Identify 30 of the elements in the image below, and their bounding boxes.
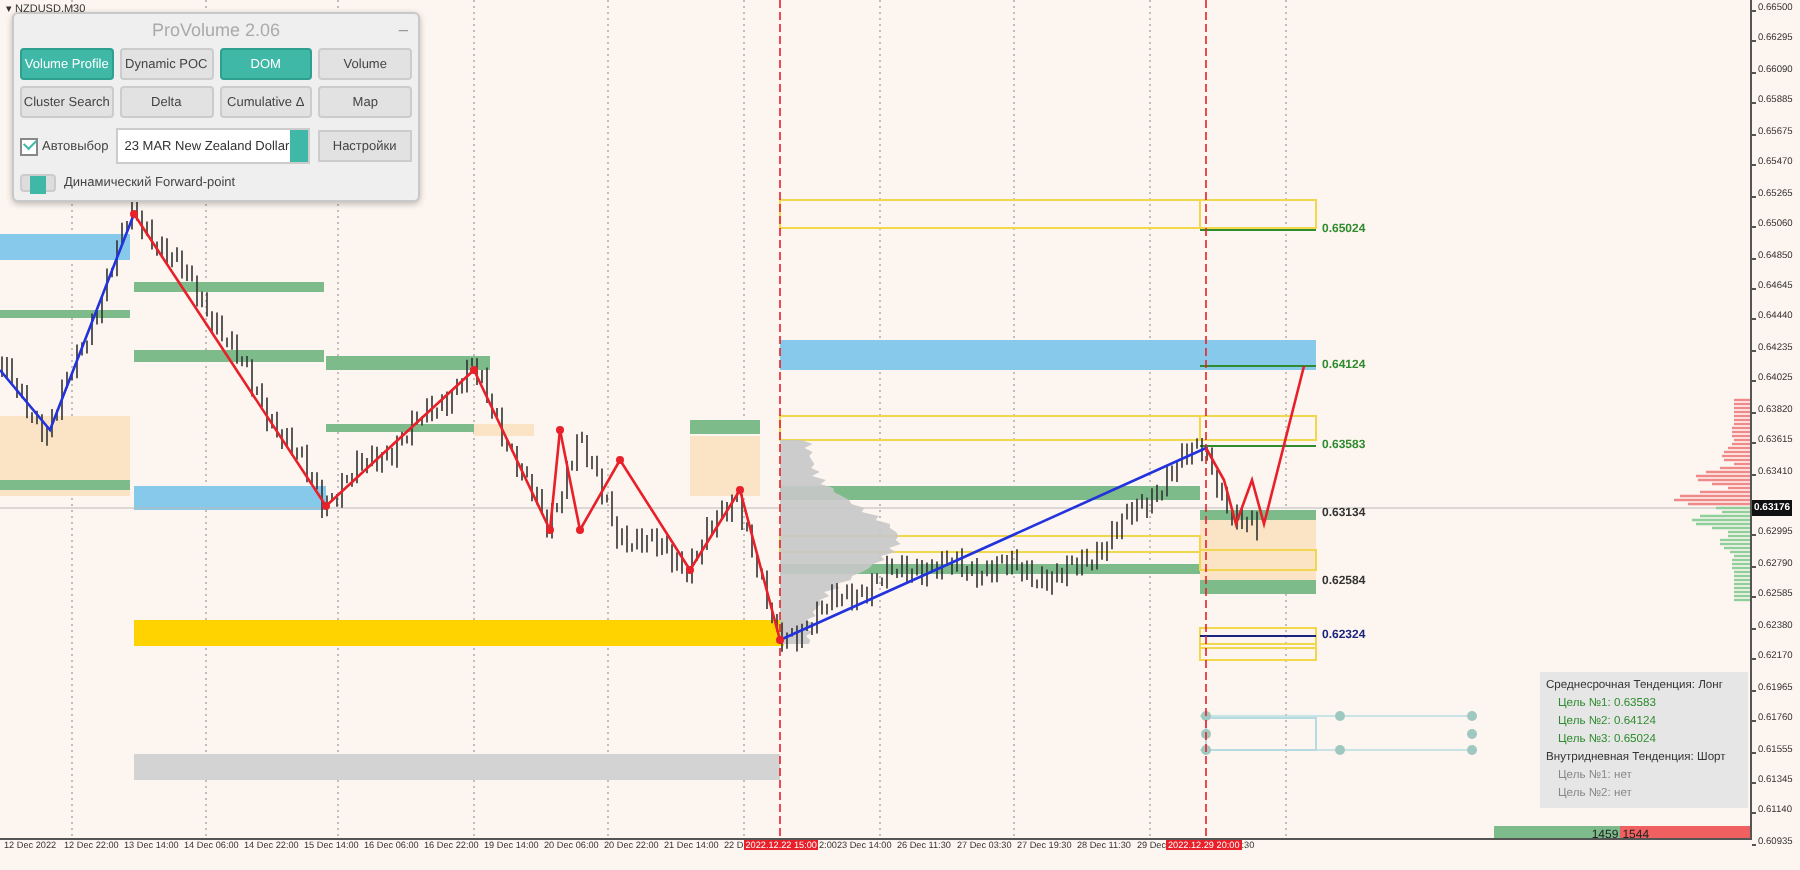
handle-point: [1201, 745, 1211, 755]
zone-band: [474, 424, 534, 436]
level-line: [1199, 635, 1317, 637]
handle-point: [1201, 729, 1211, 739]
pivot-point: [576, 526, 584, 534]
panel-title: ProVolume 2.06: [151, 19, 281, 39]
zone-band: [0, 310, 130, 318]
handle-point: [1467, 711, 1477, 721]
pivot-point: [686, 566, 694, 574]
pivot-point: [322, 502, 330, 510]
pivot-point: [130, 210, 138, 218]
level-line: [1199, 445, 1317, 447]
handle-point: [1467, 729, 1477, 739]
zone-outline: [1199, 643, 1317, 661]
level-line: [1199, 229, 1317, 231]
pivot-point: [546, 526, 554, 534]
pivot-point: [470, 366, 478, 374]
handle-point: [1201, 711, 1211, 721]
pivot-point: [776, 636, 784, 644]
toggle-switch[interactable]: [20, 174, 56, 192]
pivot-point: [616, 456, 624, 464]
pivot-point: [556, 426, 564, 434]
zone-outline: [1205, 717, 1317, 751]
handle-point: [1335, 711, 1345, 721]
handle-point: [1467, 745, 1477, 755]
zone-outline: [1199, 627, 1317, 649]
handle-point: [1335, 745, 1345, 755]
zone-band: [0, 234, 130, 260]
pivot-point: [736, 486, 744, 494]
level-line: [1199, 365, 1317, 367]
